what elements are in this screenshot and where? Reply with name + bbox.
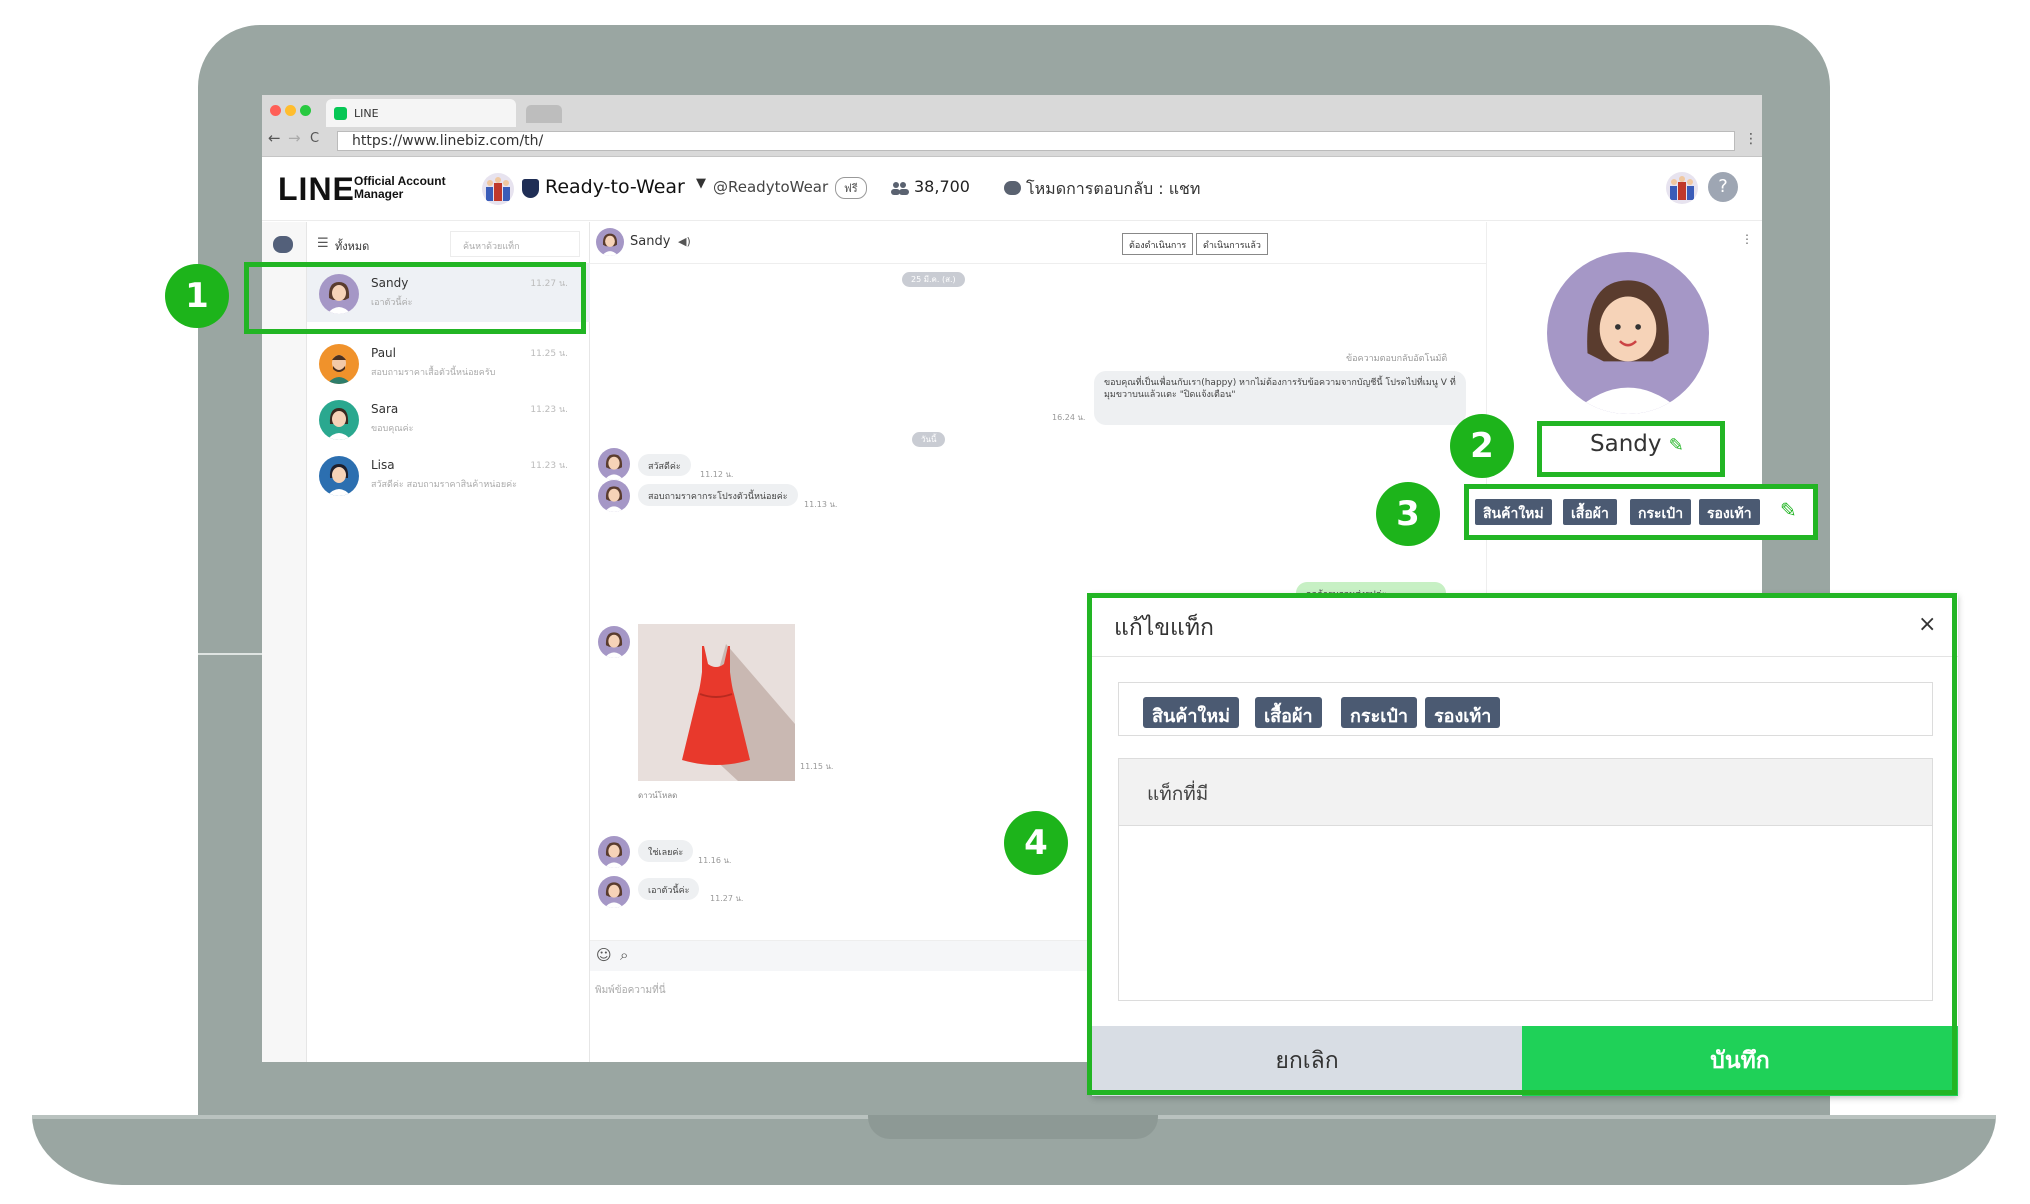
highlight-profile-name [1537,421,1725,477]
date-chip: วันนี้ [912,432,946,447]
illustration-stage: LINE ← → C https://www.linebiz.com/th/ ⋮… [0,0,2030,1204]
chat-bubble-icon [1004,181,1021,195]
logo-subtitle-line-1: Official Account [354,174,446,188]
contact-time: 11.25 น. [530,349,568,359]
back-icon[interactable]: ← [268,129,281,147]
message-time: 16.24 น. [1052,413,1086,422]
avatar [319,344,359,384]
laptop-edge-line [198,653,262,655]
contact-name: Lisa [371,458,395,472]
avatar [319,456,359,496]
help-icon[interactable]: ? [1708,172,1738,202]
date-chip: 25 มี.ค. (ส.) [902,272,965,287]
browser-tab-title: LINE [354,107,379,120]
chat-list-item[interactable]: Sara ขอบคุณค่ะ 11.23 น. [307,390,590,448]
message-bubble: ใช่เลยค่ะ [638,840,694,862]
reload-icon[interactable]: C [310,131,319,146]
browser-chrome: LINE ← → C https://www.linebiz.com/th/ ⋮ [262,95,1762,157]
more-options-icon[interactable]: ⋮ [1741,232,1753,246]
message-time: 11.13 น. [804,500,838,509]
profile-avatar [1547,252,1709,414]
chat-list-item[interactable]: Lisa สวัสดีค่ะ สอบถามราคาสินค้าหน่อยค่ะ … [307,446,590,504]
callout-3: 3 [1376,482,1440,546]
line-logo: LINE [278,171,355,207]
callout-2: 2 [1450,414,1514,478]
account-name[interactable]: Ready-to-Wear [545,176,685,198]
dress-image[interactable] [638,624,795,781]
browser-tab[interactable]: LINE [326,99,516,127]
message-bubble: เอาตัวนี้ค่ะ [638,878,700,900]
contact-time: 11.23 น. [530,405,568,415]
account-id: @ReadytoWear [713,178,829,196]
app-header: LINE Official Account Manager Ready-to-W… [262,157,1762,221]
callout-1: 1 [165,264,229,328]
contact-name: Sara [371,402,399,416]
callout-4: 4 [1004,811,1068,875]
user-avatar[interactable] [1666,172,1698,204]
follow-up-button[interactable]: ต้องดำเนินการ [1122,233,1194,255]
logo-subtitle: Official Account Manager [354,175,446,201]
window-close-dot[interactable] [270,105,281,116]
message-time: 11.15 น. [800,762,834,771]
message-time: 11.27 น. [710,894,744,903]
plan-badge: ฟรี [835,177,867,199]
verified-shield-icon [522,179,539,198]
message-bubble: สอบถามราคากระโปรงตัวนี้หน่อยค่ะ [638,484,798,506]
highlight-tags [1464,484,1818,540]
menu-icon[interactable]: ☰ [317,236,329,251]
window-minimize-dot[interactable] [285,105,296,116]
address-bar[interactable]: https://www.linebiz.com/th/ [337,131,1735,151]
friend-count: 38,700 [914,177,970,196]
reply-mode[interactable]: โหมดการตอบกลับ : แชท [1026,177,1200,202]
chevron-down-icon[interactable]: ▼ [696,176,706,191]
contact-preview: ขอบคุณค่ะ [371,424,414,434]
resolved-button[interactable]: ดำเนินการแล้ว [1196,233,1268,255]
line-favicon-icon [334,107,347,120]
message-input[interactable]: พิมพ์ข้อความที่นี่ [595,983,666,998]
side-rail [262,222,307,1062]
contact-preview: สอบถามราคาเสื้อตัวนี้หน่อยครับ [371,368,496,378]
speaker-icon[interactable]: ◀) [678,235,691,248]
chat-contact-name: Sandy [630,234,671,249]
contact-name: Paul [371,346,396,360]
avatar [598,876,630,908]
message-time: 11.16 น. [698,856,732,865]
avatar [319,400,359,440]
chat-list-toolbar: ☰ ทั้งหมด ค้นหาด้วยแท็ก [307,222,590,264]
friends-icon [891,182,909,195]
tag-search-input[interactable]: ค้นหาด้วยแท็ก [450,231,580,257]
attachment-icon[interactable]: ⌕ [620,946,628,964]
auto-reply-label: ข้อความตอบกลับอัตโนมัติ [1346,354,1448,364]
chat-list: ☰ ทั้งหมด ค้นหาด้วยแท็ก Sandy เอาตัวนี้ค… [307,222,590,1062]
contact-preview: สวัสดีค่ะ สอบถามราคาสินค้าหน่อยค่ะ [371,480,517,490]
contact-time: 11.23 น. [530,461,568,471]
message-bubble: สวัสดีค่ะ [638,454,691,476]
window-zoom-dot[interactable] [300,105,311,116]
highlight-dialog [1087,593,1957,1095]
avatar [598,480,630,512]
avatar [598,836,630,868]
avatar [598,626,630,658]
chat-list-item[interactable]: Paul สอบถามราคาเสื้อตัวนี้หน่อยครับ 11.2… [307,334,590,392]
chat-header: Sandy ◀) ต้องดำเนินการ ดำเนินการแล้ว [590,222,1486,264]
highlight-chat-item [244,262,586,334]
laptop-notch [868,1115,1158,1139]
browser-menu-icon[interactable]: ⋮ [1744,131,1758,147]
auto-reply-bubble: ขอบคุณที่เป็นเพื่อนกับเรา(happy) หากไม่ต… [1094,371,1466,425]
chat-filter[interactable]: ทั้งหมด [335,237,369,255]
avatar [596,228,624,256]
chats-icon[interactable] [273,236,293,253]
download-link[interactable]: ดาวน์โหลด [638,789,677,802]
account-avatar[interactable] [482,173,514,205]
avatar [598,448,630,480]
logo-subtitle-line-2: Manager [354,187,404,201]
forward-icon[interactable]: → [288,129,301,147]
message-time: 11.12 น. [700,470,734,479]
new-tab-button[interactable] [526,105,562,123]
emoji-icon[interactable]: ☺ [596,946,612,964]
